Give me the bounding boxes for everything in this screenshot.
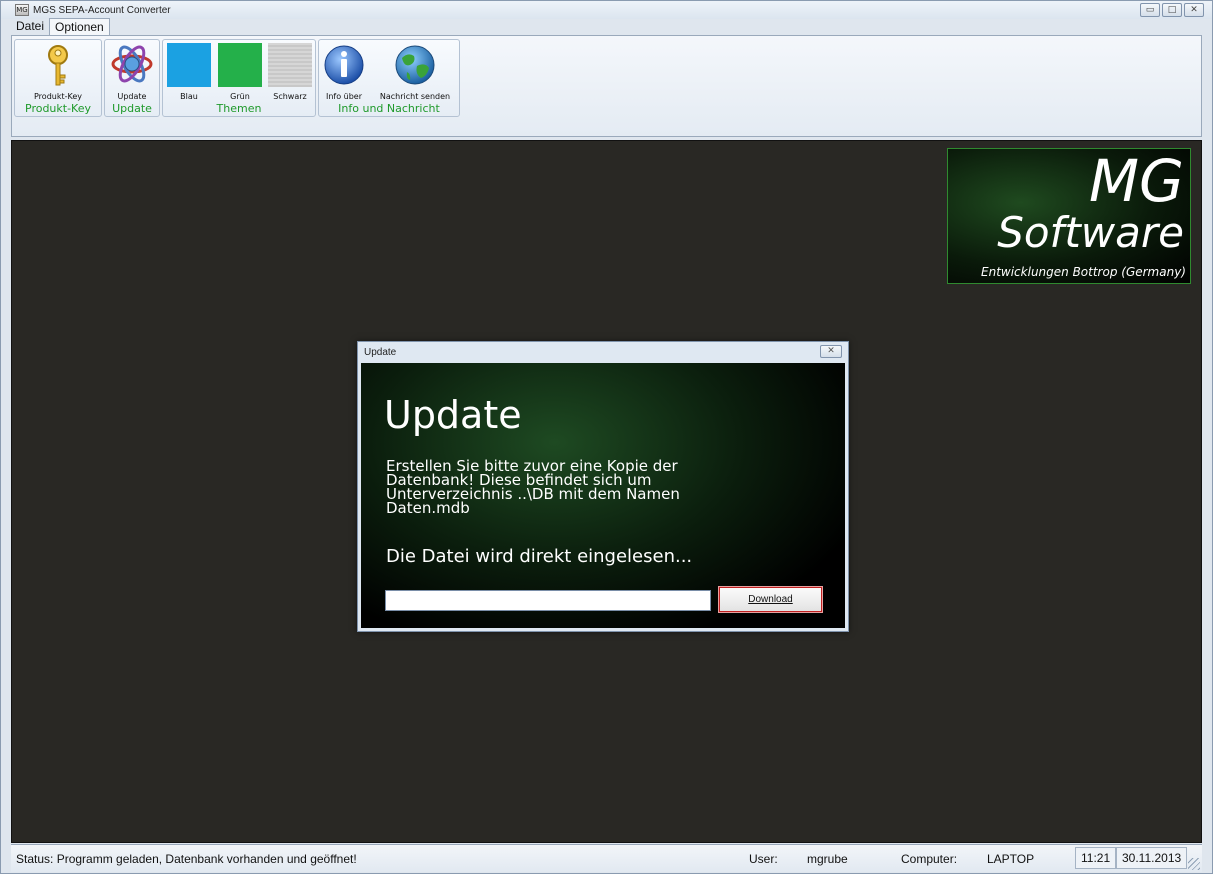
gray-swatch [268,43,312,87]
blue-swatch [167,43,211,87]
produkt-key-label: Produkt-Key [34,92,82,101]
download-button-label: Download [748,594,793,605]
key-icon [48,45,68,86]
app-icon[interactable]: MG [15,4,29,16]
info-label: Info über [325,92,363,101]
date-panel: 30.11.2013 [1116,847,1188,869]
produkt-key-button[interactable]: Produkt-Key [18,42,98,104]
resize-grip[interactable] [1188,858,1200,870]
info-button[interactable]: Info über [321,42,367,104]
menu-tabs: Datei Optionen [11,18,110,36]
ribbon-group-label: Info und Nachricht [338,102,440,115]
window-controls: ▭ □ ✕ [1140,3,1204,17]
green-swatch [218,43,262,87]
dialog-title: Update [364,347,397,358]
download-button[interactable]: Download [718,586,823,613]
user-label: User: [749,852,778,866]
close-button[interactable]: ✕ [1184,3,1204,17]
mg-software-logo: MG Software Entwicklungen Bottrop (Germa… [947,148,1191,284]
ribbon-group-info: Info über Nachricht senden Info und Nach… [318,39,460,117]
title-bar: MG MGS SEPA-Account Converter ▭ □ ✕ [1,1,1212,19]
info-icon [324,45,364,85]
maximize-button[interactable]: □ [1162,3,1182,17]
theme-blau-button[interactable]: Blau [166,42,212,104]
globe-icon [395,45,435,85]
ribbon-group-label: Themen [216,102,262,115]
tab-optionen[interactable]: Optionen [49,18,110,36]
update-button[interactable]: Update [108,42,156,104]
ribbon-group-update: Update Update [104,39,160,117]
logo-line-1: MG [1089,147,1184,215]
computer-value: LAPTOP [987,852,1035,866]
update-atom-icon [111,45,153,83]
theme-schwarz-label: Schwarz [273,92,307,101]
status-text: Status: Programm geladen, Datenbank vorh… [16,852,357,866]
nachricht-senden-button[interactable]: Nachricht senden [371,42,459,104]
ribbon-group-produkt-key: Produkt-Key Produkt-Key [14,39,102,117]
update-dialog: Update ✕ Update Erstellen Sie bitte zuvo… [357,341,849,632]
tab-datei[interactable]: Datei [11,18,49,36]
time-panel: 11:21 [1075,847,1117,869]
dialog-heading: Update [384,393,522,437]
minimize-button[interactable]: ▭ [1140,3,1160,17]
dialog-status-text: Die Datei wird direkt eingelesen... [386,546,693,567]
file-path-input[interactable] [385,590,711,611]
theme-blau-label: Blau [180,92,198,101]
dialog-instructions: Erstellen Sie bitte zuvor eine Kopie der… [386,457,680,517]
theme-gruen-button[interactable]: Grün [217,42,263,104]
computer-label: Computer: [901,852,958,866]
dialog-body: Update Erstellen Sie bitte zuvor eine Ko… [361,363,845,628]
status-bar: Status: Programm geladen, Datenbank vorh… [11,844,1202,872]
update-label: Update [117,92,147,101]
ribbon-group-label: Produkt-Key [25,102,91,115]
ribbon-group-themen: Blau Grün Schwarz Themen [162,39,316,117]
logo-line-2: Software [997,208,1184,257]
logo-line-3: Entwicklungen Bottrop (Germany) [981,265,1186,279]
theme-schwarz-button[interactable]: Schwarz [267,42,313,104]
ribbon-group-label: Update [112,102,152,115]
nachricht-senden-label: Nachricht senden [379,92,451,101]
dialog-close-button[interactable]: ✕ [820,345,842,358]
dialog-title-bar: Update ✕ [358,342,848,362]
theme-gruen-label: Grün [230,92,250,101]
window-title: MGS SEPA-Account Converter [33,4,171,16]
user-value: mgrube [807,852,848,866]
app-window: MG MGS SEPA-Account Converter ▭ □ ✕ Date… [0,0,1213,874]
ribbon: Produkt-Key Produkt-Key Update Update Bl… [11,35,1202,137]
